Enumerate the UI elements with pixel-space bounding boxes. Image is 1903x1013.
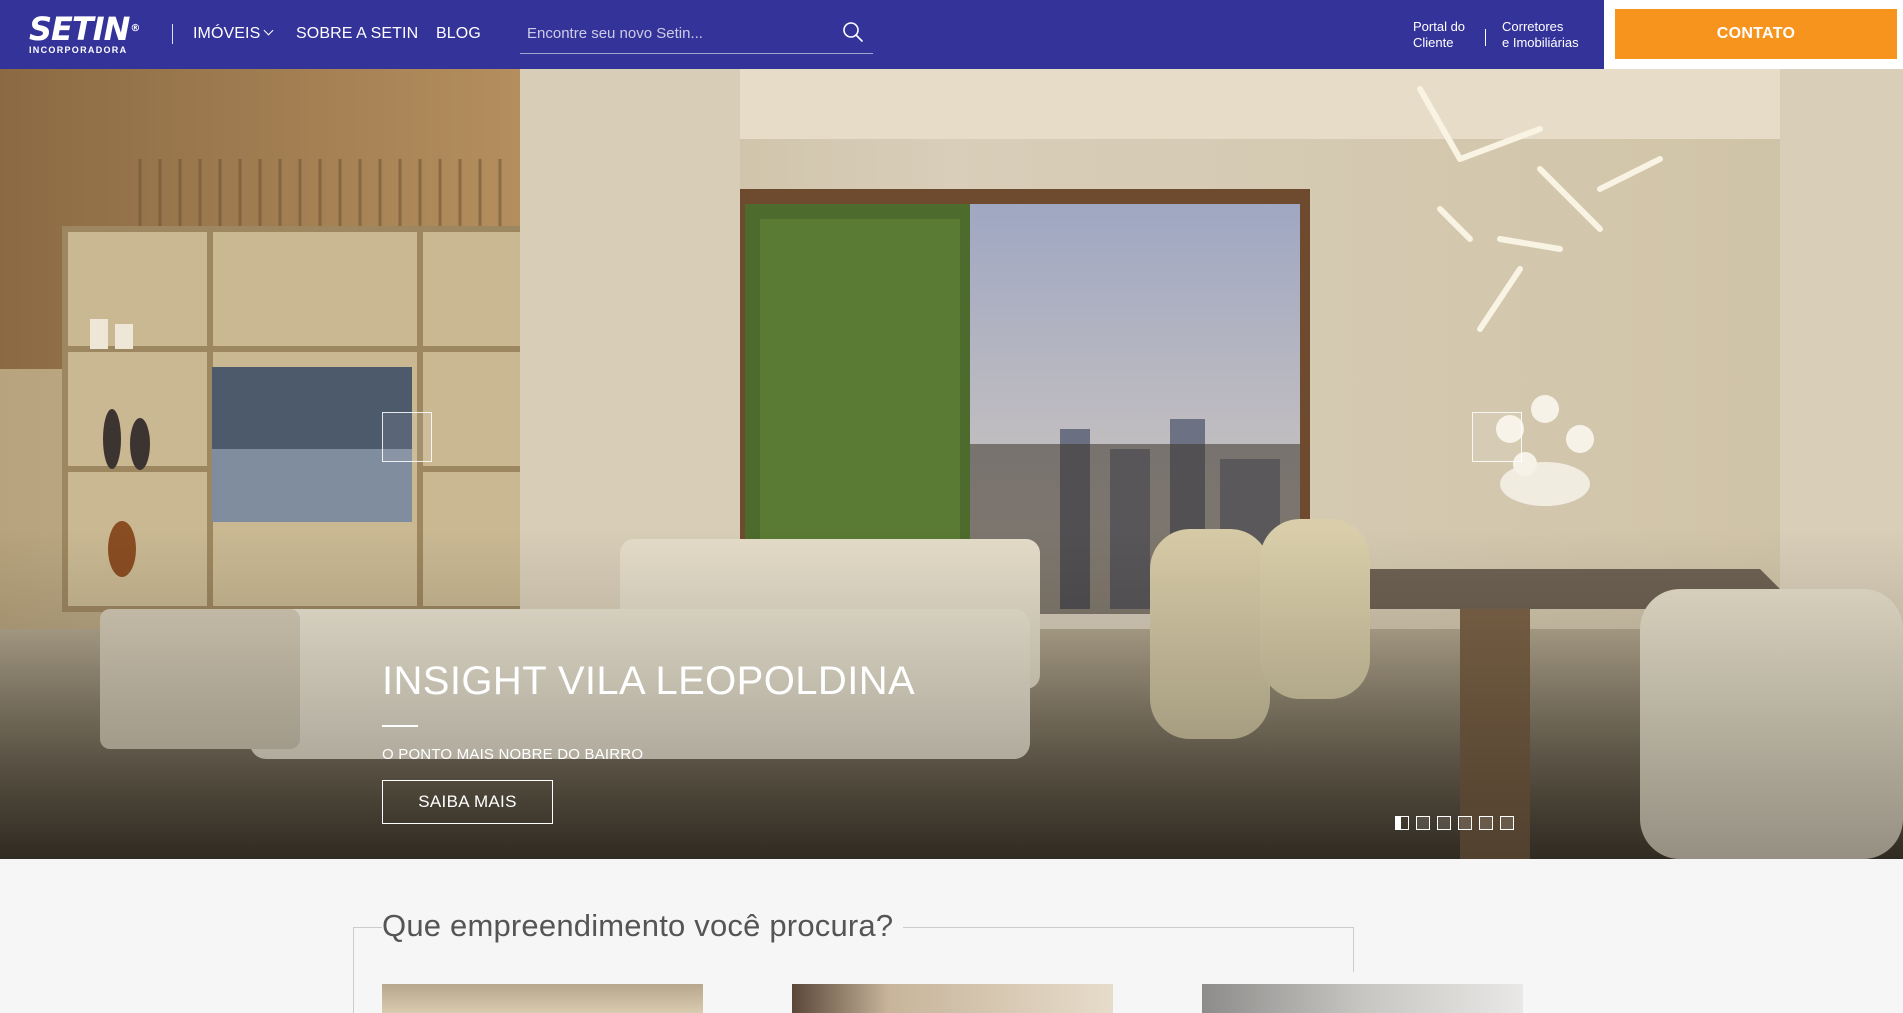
section-title: Que empreendimento você procura? [382, 908, 904, 944]
logo-subtitle: INCORPORADORA [29, 45, 128, 55]
nav-sobre-a-setin[interactable]: SOBRE A SETIN [296, 25, 418, 43]
property-card-image[interactable] [382, 984, 703, 1013]
portal-do-cliente-link[interactable]: Portal do Cliente [1413, 19, 1465, 51]
search-bar [520, 14, 873, 54]
nav-imoveis[interactable]: IMÓVEIS [193, 25, 274, 43]
contato-container: CONTATO [1604, 0, 1903, 69]
slider-dot[interactable] [1437, 816, 1451, 830]
logo-divider [172, 24, 173, 44]
property-card-image[interactable] [1202, 984, 1523, 1013]
section-frame-line [353, 927, 354, 1013]
slider-dot[interactable] [1500, 816, 1514, 830]
slider-dot[interactable] [1458, 816, 1472, 830]
saiba-mais-button[interactable]: SAIBA MAIS [382, 780, 553, 824]
property-card-image[interactable] [792, 984, 1113, 1013]
slider-dot[interactable] [1479, 816, 1493, 830]
hero-slider: INSIGHT VILA LEOPOLDINA O PONTO MAIS NOB… [0, 69, 1903, 859]
hero-shade-overlay [0, 529, 1903, 859]
contato-button[interactable]: CONTATO [1615, 9, 1897, 59]
section-frame-line [900, 927, 1353, 928]
slider-prev-button[interactable] [382, 412, 432, 462]
setin-logo[interactable]: SETIN® INCORPORADORA [29, 10, 140, 55]
corretores-link[interactable]: Corretores e Imobiliárias [1502, 19, 1579, 51]
portal-divider [1485, 29, 1486, 46]
hero-subtitle: O PONTO MAIS NOBRE DO BAIRRO [382, 746, 644, 763]
search-input[interactable] [527, 22, 827, 44]
slider-dot[interactable] [1416, 816, 1430, 830]
slider-pagination [1395, 816, 1514, 830]
section-frame-line [1353, 927, 1354, 972]
site-header: SETIN® INCORPORADORA IMÓVEIS SOBRE A SET… [0, 0, 1903, 69]
hero-title: INSIGHT VILA LEOPOLDINA [382, 659, 916, 703]
hero-divider [382, 725, 418, 727]
slider-next-button[interactable] [1472, 412, 1522, 462]
section-frame-line [353, 927, 382, 928]
slider-dot[interactable] [1395, 816, 1409, 830]
chevron-down-icon [263, 25, 274, 36]
logo-wordmark: SETIN® [29, 10, 140, 48]
nav-blog[interactable]: BLOG [436, 25, 481, 43]
search-icon[interactable] [841, 20, 865, 44]
